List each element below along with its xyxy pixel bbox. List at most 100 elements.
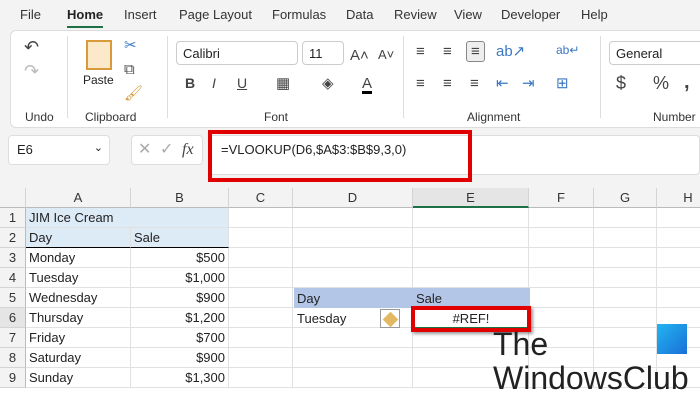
align-left-icon[interactable]: ≡ <box>416 76 425 91</box>
cell[interactable] <box>229 368 293 388</box>
day-cell[interactable]: Thursday <box>26 308 131 328</box>
error-warning-icon[interactable] <box>380 309 400 328</box>
row-header-8[interactable]: 8 <box>0 348 26 368</box>
sale-cell[interactable]: $500 <box>131 248 229 268</box>
cell[interactable] <box>293 208 413 228</box>
percent-icon[interactable]: % <box>653 74 669 92</box>
sale-cell[interactable]: $1,000 <box>131 268 229 288</box>
cell[interactable] <box>413 248 529 268</box>
cancel-icon[interactable]: ✕ <box>138 142 151 158</box>
cell[interactable] <box>229 328 293 348</box>
cell[interactable] <box>293 268 413 288</box>
orientation-icon[interactable]: ab↗ <box>496 44 525 59</box>
column-header-B[interactable]: B <box>131 188 229 208</box>
cell[interactable] <box>594 208 657 228</box>
font-name-dropdown[interactable]: Calibri <box>176 41 298 65</box>
format-painter-icon[interactable]: 🖌 <box>124 86 143 101</box>
cell[interactable] <box>529 288 594 308</box>
tab-file[interactable]: File <box>20 7 41 22</box>
tab-view[interactable]: View <box>454 7 482 22</box>
column-header-E[interactable]: E <box>413 188 529 208</box>
wrap-text-icon[interactable]: ab↵ <box>556 44 579 56</box>
cell[interactable] <box>229 348 293 368</box>
increase-font-icon[interactable]: A˄ <box>350 48 369 63</box>
lookup-day-cell[interactable]: Tuesday <box>297 311 346 326</box>
tab-formulas[interactable]: Formulas <box>272 7 326 22</box>
column-header-H[interactable]: H <box>657 188 700 208</box>
day-cell[interactable]: Sunday <box>26 368 131 388</box>
sale-cell[interactable]: $1,300 <box>131 368 229 388</box>
day-cell[interactable]: Monday <box>26 248 131 268</box>
cell[interactable] <box>229 288 293 308</box>
day-cell[interactable]: Friday <box>26 328 131 348</box>
cell[interactable] <box>594 248 657 268</box>
select-all[interactable] <box>0 188 26 208</box>
cell[interactable] <box>594 288 657 308</box>
align-top-icon[interactable]: ≡ <box>416 44 425 59</box>
comma-icon[interactable]: , <box>684 72 690 92</box>
cell[interactable] <box>594 228 657 248</box>
cell[interactable] <box>594 308 657 328</box>
borders-icon[interactable]: ▦ <box>276 76 290 91</box>
cell[interactable] <box>293 348 413 368</box>
sale-cell[interactable]: $1,200 <box>131 308 229 328</box>
cell[interactable] <box>293 328 413 348</box>
tab-data[interactable]: Data <box>346 7 373 22</box>
align-center-icon[interactable]: ≡ <box>443 76 452 91</box>
cut-icon[interactable]: ✂ <box>124 38 137 53</box>
merge-center-icon[interactable]: ⊞ <box>556 76 569 91</box>
day-cell[interactable]: Tuesday <box>26 268 131 288</box>
column-header-G[interactable]: G <box>594 188 657 208</box>
cell[interactable] <box>413 208 529 228</box>
cell[interactable] <box>529 228 594 248</box>
cell[interactable] <box>229 228 293 248</box>
enter-icon[interactable]: ✓ <box>160 142 173 158</box>
tab-review[interactable]: Review <box>394 7 437 22</box>
copy-icon[interactable]: ⧉ <box>124 62 135 77</box>
row-header-9[interactable]: 9 <box>0 368 26 388</box>
tab-help[interactable]: Help <box>581 7 608 22</box>
undo-icon[interactable]: ↶ <box>24 38 39 56</box>
fill-color-icon[interactable]: ◈ <box>322 76 334 91</box>
tab-insert[interactable]: Insert <box>124 7 157 22</box>
paste-icon[interactable] <box>86 40 112 70</box>
cell[interactable] <box>529 248 594 268</box>
cell[interactable] <box>529 208 594 228</box>
sale-cell[interactable]: $900 <box>131 348 229 368</box>
cell[interactable] <box>657 228 700 248</box>
title-cell[interactable]: JIM Ice Cream <box>26 208 229 228</box>
align-middle-icon[interactable]: ≡ <box>443 44 452 59</box>
cell[interactable] <box>413 228 529 248</box>
header-day[interactable]: Day <box>26 228 131 248</box>
row-header-3[interactable]: 3 <box>0 248 26 268</box>
decrease-font-icon[interactable]: A˅ <box>378 48 394 61</box>
cell[interactable] <box>229 208 293 228</box>
column-header-F[interactable]: F <box>529 188 594 208</box>
row-header-1[interactable]: 1 <box>0 208 26 228</box>
italic-icon[interactable]: I <box>212 76 216 90</box>
cell[interactable] <box>229 308 293 328</box>
day-cell[interactable]: Saturday <box>26 348 131 368</box>
row-header-5[interactable]: 5 <box>0 288 26 308</box>
cell[interactable] <box>529 268 594 288</box>
underline-icon[interactable]: U <box>237 76 247 90</box>
font-size-dropdown[interactable]: 11 <box>302 41 344 65</box>
cell[interactable] <box>657 208 700 228</box>
sale-cell[interactable]: $900 <box>131 288 229 308</box>
column-header-C[interactable]: C <box>229 188 293 208</box>
font-color-icon[interactable]: A <box>362 76 373 94</box>
cell[interactable] <box>594 268 657 288</box>
currency-icon[interactable]: $ <box>616 74 626 92</box>
row-header-2[interactable]: 2 <box>0 228 26 248</box>
cell[interactable] <box>293 368 413 388</box>
cell[interactable] <box>529 308 594 328</box>
redo-icon[interactable]: ↷ <box>24 62 39 80</box>
cell[interactable] <box>229 268 293 288</box>
align-right-icon[interactable]: ≡ <box>470 76 479 91</box>
paste-button[interactable]: Paste <box>83 73 114 87</box>
cell[interactable] <box>657 248 700 268</box>
increase-indent-icon[interactable]: ⇥ <box>522 76 535 91</box>
align-bottom-icon[interactable]: ≡ <box>466 41 485 62</box>
row-header-7[interactable]: 7 <box>0 328 26 348</box>
row-header-6[interactable]: 6 <box>0 308 26 328</box>
